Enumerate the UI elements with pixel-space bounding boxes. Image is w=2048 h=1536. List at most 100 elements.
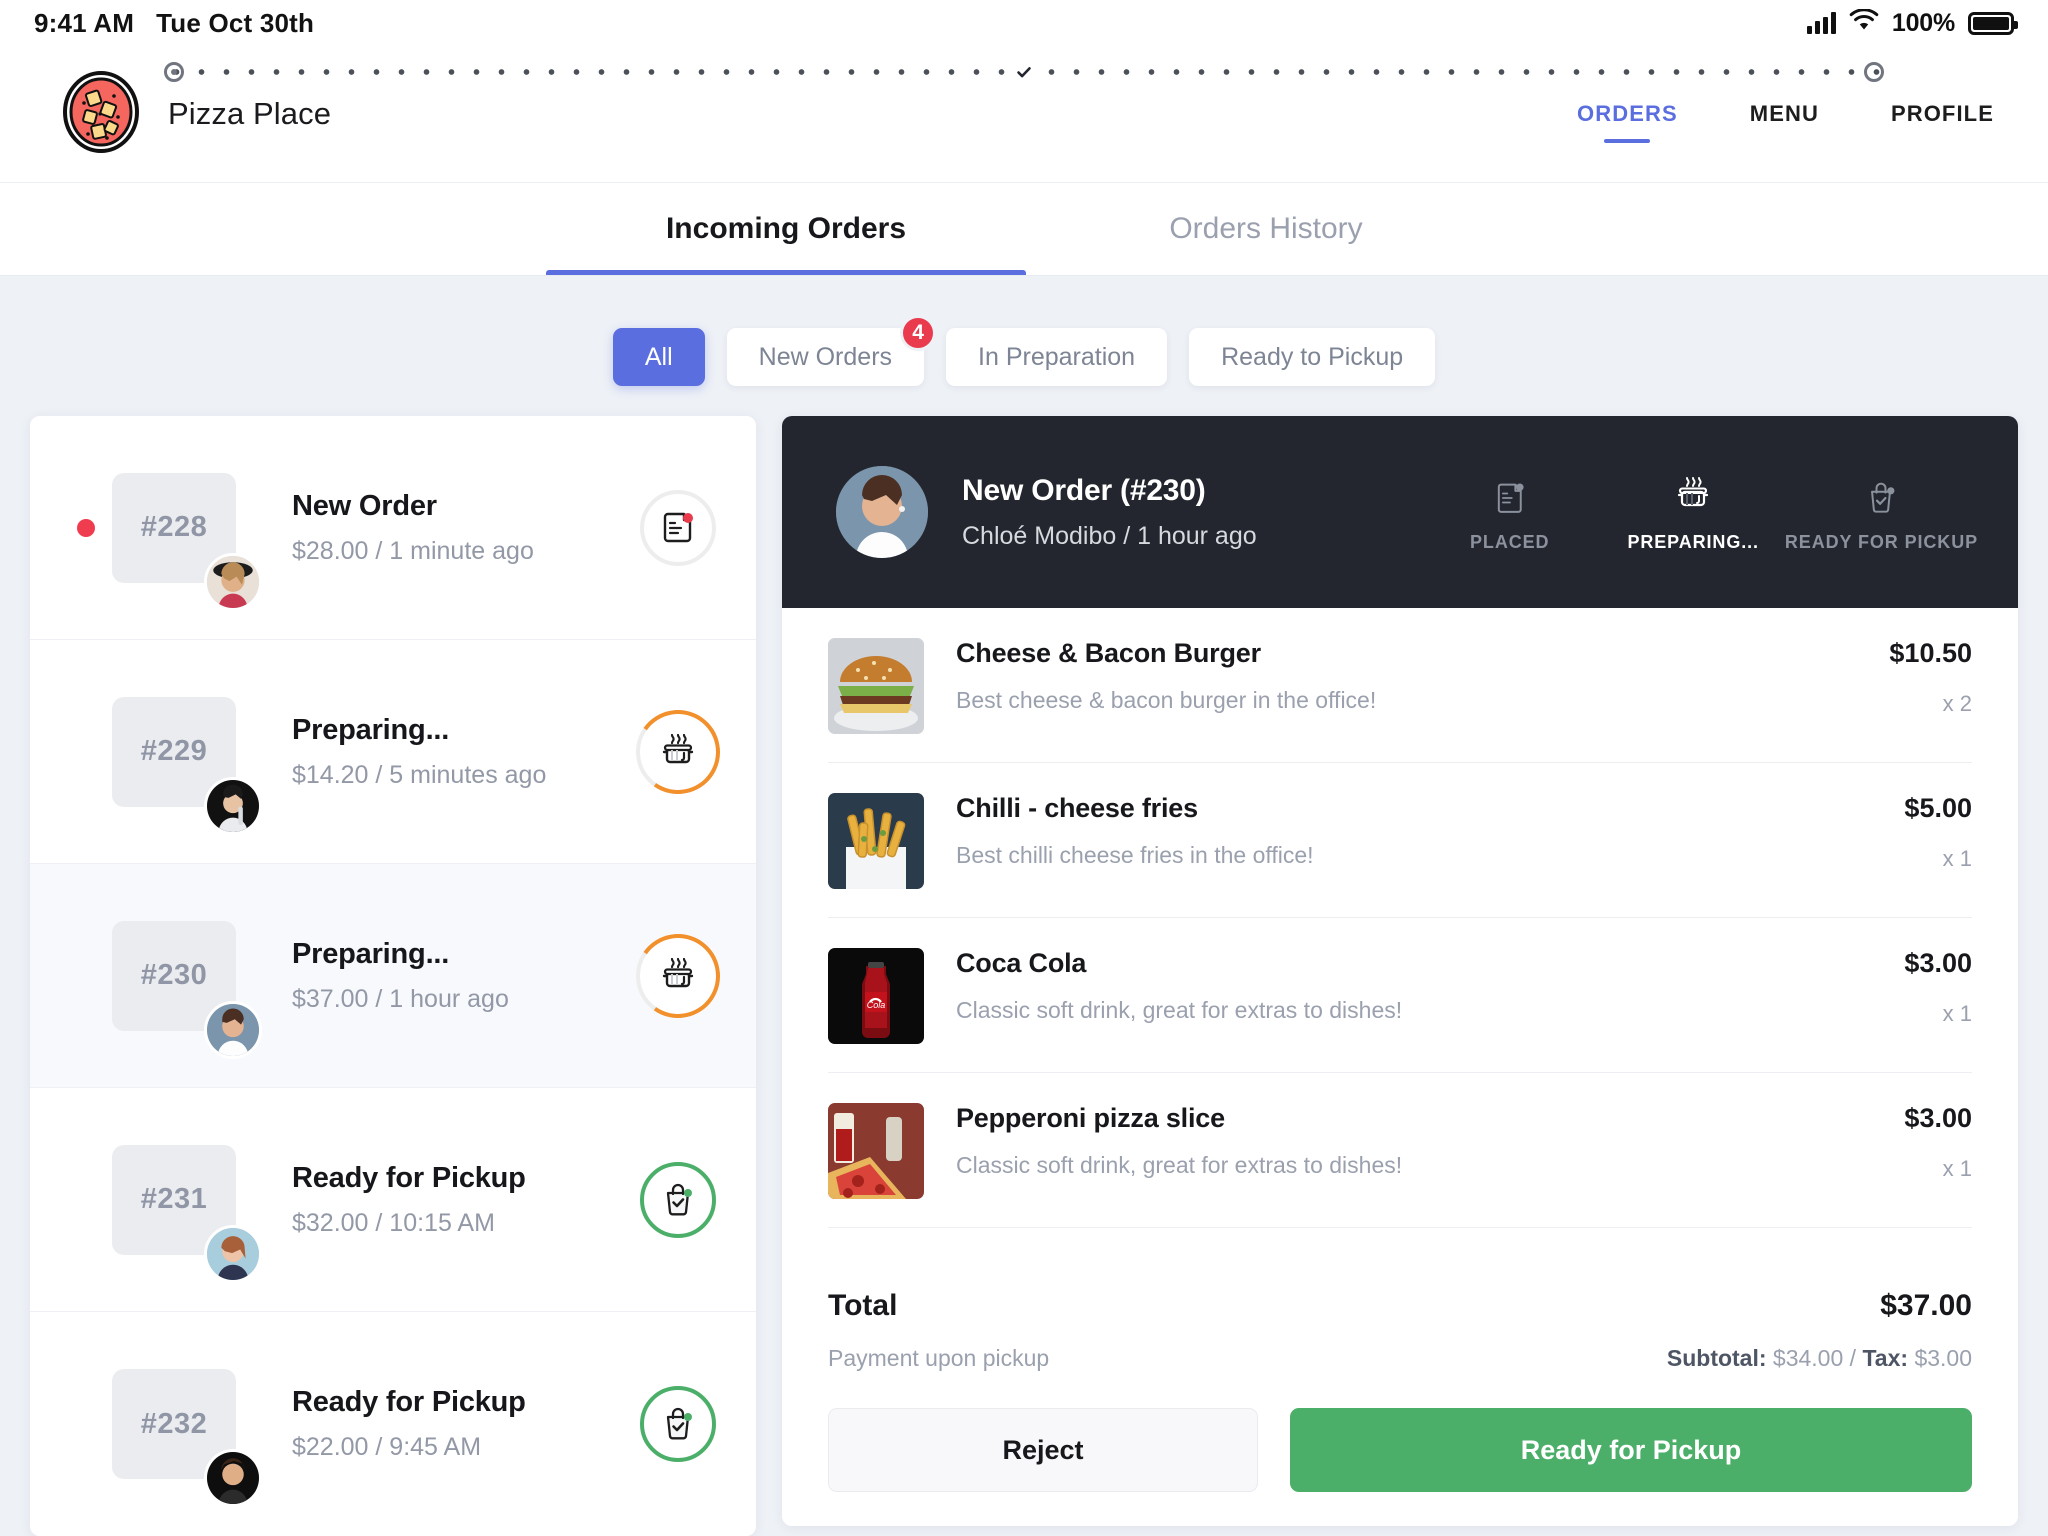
step-placed: PLACED bbox=[1418, 472, 1601, 553]
order-progress-stepper: PLACED PREPARING... READY FOR PICKUP bbox=[163, 55, 1978, 553]
order-item-body: Pepperoni pizza slice Classic soft drink… bbox=[956, 1103, 1884, 1179]
app-screen: 9:41 AM Tue Oct 30th 100% Pizza Place OR… bbox=[0, 0, 2048, 1536]
status-time: 9:41 AM bbox=[34, 7, 135, 38]
step-ready-label: READY FOR PICKUP bbox=[1784, 531, 1978, 552]
order-text: New Order $28.00 / 1 minute ago bbox=[292, 490, 640, 566]
shopping-bag-check-icon[interactable] bbox=[640, 1386, 716, 1462]
subtotal-separator: / bbox=[1843, 1345, 1863, 1371]
filter-pills: All New Orders 4 In Preparation Ready to… bbox=[0, 276, 2048, 416]
avatar bbox=[204, 1449, 262, 1507]
avatar bbox=[204, 1000, 262, 1059]
order-item-qty: x 1 bbox=[1942, 1156, 1972, 1181]
order-item: Chilli - cheese fries Best chilli cheese… bbox=[828, 763, 1972, 918]
order-item-price: $5.00 bbox=[1904, 793, 1972, 823]
order-title: Preparing... bbox=[292, 937, 450, 970]
pizza-photo bbox=[828, 1103, 924, 1199]
filter-ready-to-pickup[interactable]: Ready to Pickup bbox=[1189, 328, 1436, 386]
order-list-item[interactable]: #231 Ready for Pickup $32.00 / 10:15 AM bbox=[30, 1088, 756, 1312]
tab-incoming-orders[interactable]: Incoming Orders bbox=[546, 183, 1026, 275]
order-detail-titles: New Order (#230) Chloé Modibo / 1 hour a… bbox=[962, 474, 1257, 551]
new-orders-badge: 4 bbox=[900, 315, 937, 351]
order-item-name: Pepperoni pizza slice bbox=[956, 1103, 1225, 1133]
order-meta: $28.00 / 1 minute ago bbox=[292, 536, 534, 565]
reject-button[interactable]: Reject bbox=[828, 1408, 1258, 1492]
cooking-pot-icon[interactable] bbox=[636, 933, 720, 1018]
order-item-qty: x 1 bbox=[1942, 846, 1972, 871]
subtotal-value: $34.00 bbox=[1772, 1345, 1844, 1371]
tab-orders-history[interactable]: Orders History bbox=[1026, 183, 1506, 275]
battery-percent: 100% bbox=[1891, 8, 1955, 37]
receipt-icon[interactable] bbox=[640, 489, 716, 566]
order-item-right: $5.00 x 1 bbox=[1884, 793, 1972, 872]
order-item-right: $3.00 x 1 bbox=[1884, 1103, 1972, 1182]
order-text: Preparing... $37.00 / 1 hour ago bbox=[292, 938, 640, 1014]
status-bar-left: 9:41 AM Tue Oct 30th bbox=[34, 8, 314, 39]
items-fade-overlay bbox=[782, 1227, 2018, 1273]
order-detail-title: New Order (#230) bbox=[962, 473, 1206, 507]
order-item-price: $3.00 bbox=[1904, 948, 1972, 978]
avatar bbox=[204, 1224, 262, 1283]
nav-item-profile[interactable]: PROFILE bbox=[1891, 91, 1994, 137]
order-item-desc: Best cheese & bacon burger in the office… bbox=[956, 687, 1377, 713]
ready-for-pickup-button[interactable]: Ready for Pickup bbox=[1290, 1408, 1972, 1492]
order-detail-customer: New Order (#230) Chloé Modibo / 1 hour a… bbox=[836, 466, 1257, 558]
order-detail-subtitle: Chloé Modibo / 1 hour ago bbox=[962, 521, 1257, 550]
cola-photo: Cola bbox=[828, 948, 924, 1044]
order-list-item[interactable]: #228 New Order $28.00 / 1 minute ago bbox=[30, 416, 756, 640]
subtotal-row: Payment upon pickup Subtotal: $34.00 / T… bbox=[828, 1345, 1972, 1372]
tax-label: Tax: bbox=[1862, 1345, 1909, 1371]
order-list-item[interactable]: #230 Preparing... $37.00 / 1 hour ago bbox=[30, 864, 756, 1088]
filter-in-preparation-label: In Preparation bbox=[978, 342, 1136, 371]
subtotal-label: Subtotal: bbox=[1666, 1345, 1767, 1371]
shopping-bag-check-icon bbox=[1864, 472, 1898, 516]
nav-item-orders[interactable]: ORDERS bbox=[1577, 91, 1678, 137]
order-item-name: Chilli - cheese fries bbox=[956, 793, 1198, 823]
cellular-signal-icon bbox=[1806, 12, 1836, 34]
avatar bbox=[204, 776, 262, 835]
filter-all[interactable]: All bbox=[612, 328, 705, 386]
order-item-name: Coca Cola bbox=[956, 948, 1087, 978]
status-bar-right: 100% bbox=[1806, 8, 2018, 38]
subtotal-tax: Subtotal: $34.00 / Tax: $3.00 bbox=[1667, 1345, 1972, 1372]
order-thumb: #230 bbox=[112, 920, 262, 1059]
step-preparing: PREPARING... bbox=[1601, 472, 1784, 553]
total-row: Total $37.00 bbox=[828, 1289, 1972, 1323]
filter-in-preparation[interactable]: In Preparation bbox=[946, 328, 1168, 386]
order-thumb: #232 bbox=[112, 1369, 262, 1507]
order-item-qty: x 2 bbox=[1942, 691, 1972, 716]
filter-new-orders-label: New Orders bbox=[758, 342, 893, 371]
order-title: Ready for Pickup bbox=[292, 1161, 526, 1194]
order-item-price: $10.50 bbox=[1889, 638, 1972, 668]
order-meta: $22.00 / 9:45 AM bbox=[292, 1433, 482, 1461]
order-detail-panel: New Order (#230) Chloé Modibo / 1 hour a… bbox=[163, 55, 2018, 1526]
avatar bbox=[204, 552, 262, 611]
cooking-pot-icon[interactable] bbox=[636, 709, 720, 794]
order-detail-footer: Total $37.00 Payment upon pickup Subtota… bbox=[782, 1273, 2018, 1526]
nav-item-menu[interactable]: MENU bbox=[1750, 91, 1819, 137]
order-title: New Order bbox=[292, 489, 437, 522]
battery-full-icon bbox=[1968, 11, 2018, 35]
total-label: Total bbox=[828, 1289, 898, 1322]
order-item-desc: Best chilli cheese fries in the office! bbox=[956, 842, 1314, 868]
status-bar: 9:41 AM Tue Oct 30th 100% bbox=[0, 0, 2048, 46]
order-items-list: Cheese & Bacon Burger Best cheese & baco… bbox=[782, 608, 2018, 1273]
order-tabs: Incoming Orders Orders History bbox=[0, 183, 2048, 276]
brand: Pizza Place bbox=[62, 70, 331, 159]
order-item: Cola Coca Cola Classic soft drink, great… bbox=[828, 918, 1972, 1073]
wifi-icon bbox=[1849, 8, 1879, 37]
filter-all-label: All bbox=[644, 342, 673, 371]
receipt-icon bbox=[1493, 472, 1527, 516]
unread-dot-icon bbox=[77, 518, 95, 537]
order-thumb: #228 bbox=[112, 472, 262, 611]
order-meta: $14.20 / 5 minutes ago bbox=[292, 760, 547, 789]
order-list-item[interactable]: #232 Ready for Pickup $22.00 / 9:45 AM bbox=[30, 1312, 756, 1536]
orders-list: #228 New Order $28.00 / 1 minute ago #22… bbox=[30, 416, 756, 1536]
order-item-name: Cheese & Bacon Burger bbox=[956, 638, 1261, 668]
shopping-bag-check-icon[interactable] bbox=[640, 1161, 716, 1238]
order-thumb: #229 bbox=[112, 696, 262, 835]
step-ready-for-pickup: READY FOR PICKUP bbox=[1785, 472, 1978, 553]
step-preparing-label: PREPARING... bbox=[1627, 531, 1759, 552]
order-list-item[interactable]: #229 Preparing... $14.20 / 5 minutes ago bbox=[30, 640, 756, 864]
fries-photo bbox=[828, 793, 924, 889]
filter-new-orders[interactable]: New Orders 4 bbox=[726, 315, 937, 386]
